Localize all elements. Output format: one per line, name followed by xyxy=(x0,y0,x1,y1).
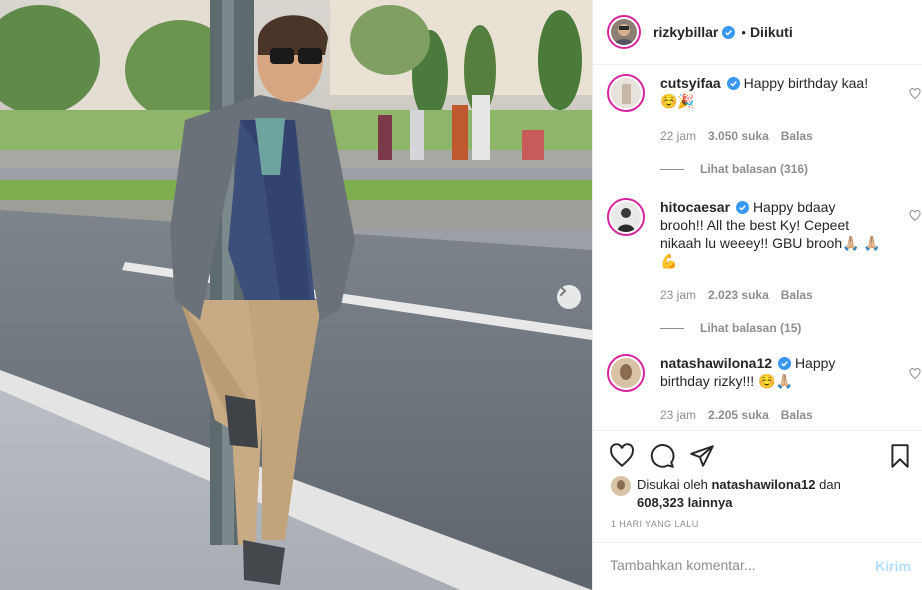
separator-dot: • xyxy=(741,24,746,40)
post-actions: Disukai oleh natashawilona12 dan 608,323… xyxy=(593,430,922,542)
comment-icon[interactable] xyxy=(649,443,675,469)
view-replies-label: Lihat balasan (15) xyxy=(700,321,802,335)
bookmark-icon[interactable] xyxy=(887,443,913,469)
verified-badge-icon xyxy=(722,25,736,39)
commenter-avatar[interactable] xyxy=(607,74,645,112)
verified-badge-icon xyxy=(778,357,792,370)
verified-badge-icon xyxy=(736,201,750,214)
likes-text: Disukai oleh natashawilona12 dan 608,323… xyxy=(637,476,841,512)
comment-meta: 22 jam 3.050 suka Balas xyxy=(660,129,813,143)
post-header: rizkybillar • Diikuti xyxy=(593,0,922,65)
heart-icon[interactable] xyxy=(909,88,921,100)
comment-username[interactable]: natashawilona12 xyxy=(660,355,772,371)
comment-likes[interactable]: 2.205 suka xyxy=(708,408,769,422)
comment-username[interactable]: cutsyifaa xyxy=(660,75,721,91)
post-photo[interactable] xyxy=(0,0,592,590)
chevron-right-icon xyxy=(560,286,567,296)
next-photo-button[interactable] xyxy=(557,285,581,309)
author-avatar[interactable] xyxy=(607,15,641,49)
comments-list: cutsyifaa Happy birthday kaa! ☺️🎉 22 jam… xyxy=(593,66,922,430)
divider-line xyxy=(660,327,684,329)
comment-body: cutsyifaa Happy birthday kaa! ☺️🎉 xyxy=(660,74,882,110)
heart-icon[interactable] xyxy=(909,210,921,222)
comment-body: hitocaesar Happy bdaay brooh!! All the b… xyxy=(660,198,882,270)
follow-status-button[interactable]: Diikuti xyxy=(750,24,793,40)
reply-button[interactable]: Balas xyxy=(781,288,813,302)
comment-time: 23 jam xyxy=(660,288,697,302)
comment-likes[interactable]: 2.023 suka xyxy=(708,288,769,302)
comment-time: 22 jam xyxy=(660,129,697,143)
likes-prefix: Disukai oleh xyxy=(637,477,708,492)
reply-button[interactable]: Balas xyxy=(781,408,813,422)
view-replies-button[interactable]: Lihat balasan (316) xyxy=(660,162,808,176)
comment-meta: 23 jam 2.205 suka Balas xyxy=(660,408,813,422)
heart-icon[interactable] xyxy=(909,368,921,380)
likes-middle: dan xyxy=(819,477,841,492)
commenter-avatar[interactable] xyxy=(607,354,645,392)
divider-line xyxy=(660,168,684,170)
comment-meta: 23 jam 2.023 suka Balas xyxy=(660,288,813,302)
photo-image xyxy=(0,0,592,590)
add-comment-bar: Kirim xyxy=(593,542,922,590)
post-date[interactable]: 1 HARI YANG LALU xyxy=(611,519,699,529)
likes-suffix[interactable]: lainnya xyxy=(688,495,733,510)
comment-likes[interactable]: 3.050 suka xyxy=(708,129,769,143)
comment-username[interactable]: hitocaesar xyxy=(660,199,730,215)
likes-count[interactable]: 608,323 xyxy=(637,495,684,510)
comment-time: 23 jam xyxy=(660,408,697,422)
liker-username[interactable]: natashawilona12 xyxy=(711,477,815,492)
view-replies-button[interactable]: Lihat balasan (15) xyxy=(660,321,801,335)
heart-icon[interactable] xyxy=(609,443,635,469)
likes-summary: Disukai oleh natashawilona12 dan 608,323… xyxy=(611,476,911,512)
author-username[interactable]: rizkybillar xyxy=(653,24,718,40)
commenter-avatar[interactable] xyxy=(607,198,645,236)
liker-avatar[interactable] xyxy=(611,476,631,496)
view-replies-label: Lihat balasan (316) xyxy=(700,162,809,176)
verified-badge-icon xyxy=(726,77,740,90)
post-comment-button[interactable]: Kirim xyxy=(875,558,911,574)
post-side-panel: rizkybillar • Diikuti cutsyifaa Happy bi… xyxy=(592,0,922,590)
comment-input[interactable] xyxy=(610,557,850,573)
reply-button[interactable]: Balas xyxy=(781,129,813,143)
comment-body: natashawilona12 Happy birthday rizky!!! … xyxy=(660,354,882,390)
paper-plane-icon[interactable] xyxy=(689,443,715,469)
